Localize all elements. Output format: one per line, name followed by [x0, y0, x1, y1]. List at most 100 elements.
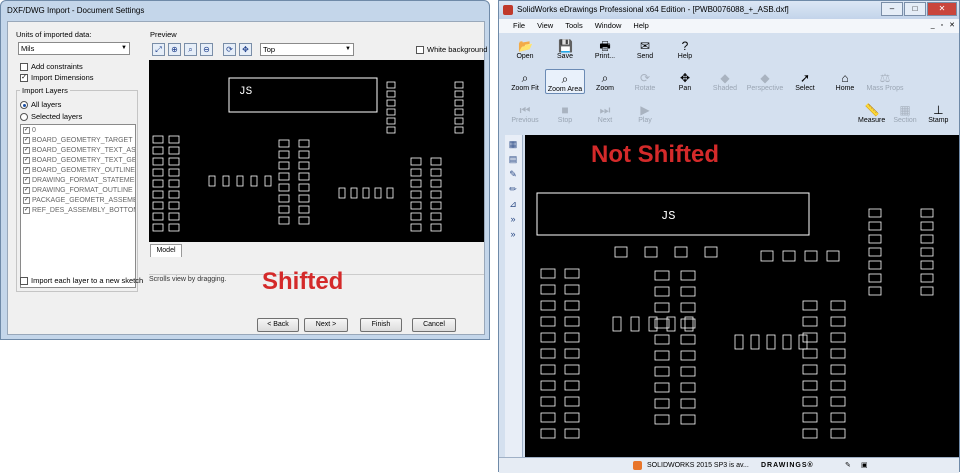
menu-window[interactable]: Window	[595, 19, 622, 33]
layer-item[interactable]: ✓ BOARD_GEOMETRY_TEXT_GER	[21, 155, 135, 165]
measure-side-icon[interactable]: ⊿	[507, 198, 519, 210]
view-orientation-select[interactable]: Top ▼	[260, 43, 354, 56]
chevron-down-icon: ▼	[121, 45, 127, 51]
component-outline	[540, 332, 556, 343]
tool-label: Help	[677, 53, 693, 60]
status-text[interactable]: SOLIDWORKS 2015 SP3 is av...	[647, 458, 749, 473]
pencil-icon[interactable]: ✏	[507, 183, 519, 195]
component-outline	[802, 364, 818, 375]
zoom-area-button[interactable]: ⌕ Zoom Area	[545, 69, 585, 94]
component-outline	[338, 187, 346, 199]
minimize-icon[interactable]: –	[881, 2, 903, 16]
next-button[interactable]: Next >	[304, 318, 348, 332]
cancel-button[interactable]: Cancel	[412, 318, 456, 332]
menu-help[interactable]: Help	[633, 19, 648, 33]
zoom-button[interactable]: ⌕ Zoom	[585, 69, 625, 94]
component-outline	[680, 270, 696, 281]
component-outline	[654, 270, 670, 281]
components-icon[interactable]: ▦	[507, 138, 519, 150]
sheets-icon[interactable]: ▤	[507, 153, 519, 165]
maximize-icon[interactable]: □	[904, 2, 926, 16]
component-outline	[614, 246, 628, 258]
pan-icon[interactable]: ✥	[239, 43, 252, 56]
units-select[interactable]: Mils ▼	[18, 42, 130, 55]
drawing-viewport[interactable]: JS	[525, 135, 959, 457]
close-icon[interactable]: ✕	[927, 2, 957, 16]
tool-label: Open	[516, 53, 534, 60]
zoom-area-icon[interactable]: ⌕	[184, 43, 197, 56]
markup-icon[interactable]: ✎	[507, 168, 519, 180]
component-outline	[208, 175, 216, 187]
component-outline	[802, 428, 818, 439]
tool-label: Stamp	[928, 117, 949, 124]
home-icon: ⌂	[841, 71, 849, 85]
import-dimensions-checkbox[interactable]: ✓ Import Dimensions	[20, 73, 94, 82]
help-button[interactable]: ? Help	[665, 37, 705, 60]
markup-status-icon[interactable]: ▣	[861, 458, 868, 473]
print-button[interactable]: 🖶 Print...	[585, 37, 625, 60]
markup-toolbar: 📏 Measure ▦ Section ⊥ Stamp	[855, 101, 955, 124]
component-outline	[152, 190, 164, 199]
mdi-restore-icon[interactable]: ▫	[941, 19, 943, 33]
home-button[interactable]: ⌂ Home	[825, 69, 865, 94]
component-outline	[540, 412, 556, 423]
stamp-button[interactable]: ⊥ Stamp	[922, 101, 955, 124]
mdi-minimize-icon[interactable]: _	[931, 19, 935, 33]
zoom-out-icon[interactable]: ⊖	[200, 43, 213, 56]
white-background-checkbox[interactable]: White background	[416, 45, 487, 54]
layer-item[interactable]: ✓ PACKAGE_GEOMETR_ASSEMBL	[21, 195, 135, 205]
save-button[interactable]: 💾 Save	[545, 37, 585, 60]
tab-model[interactable]: Model	[150, 244, 182, 257]
component-outline	[680, 350, 696, 361]
select-arrow-icon: ➚	[799, 71, 811, 85]
layer-item[interactable]: ✓ 0	[21, 125, 135, 135]
expand-icon[interactable]: »	[507, 228, 519, 240]
measure-button[interactable]: 📏 Measure	[855, 101, 888, 124]
send-button[interactable]: ✉ Send	[625, 37, 665, 60]
rotate-icon[interactable]: ⟳	[223, 43, 236, 56]
back-button[interactable]: < Back	[257, 318, 299, 332]
menu-view[interactable]: View	[537, 19, 553, 33]
layer-item[interactable]: ✓ BOARD_GEOMETRY_TEXT_ASB	[21, 145, 135, 155]
component-outline	[564, 396, 580, 407]
layer-item[interactable]: ✓ BOARD_GEOMETRY_TARGET	[21, 135, 135, 145]
component-outline	[804, 250, 818, 262]
menu-tools[interactable]: Tools	[565, 19, 583, 33]
layer-item[interactable]: ✓ REF_DES_ASSEMBLY_BOTTOM	[21, 205, 135, 215]
selected-layers-radio[interactable]: Selected layers	[20, 112, 82, 121]
view-value: Top	[263, 45, 276, 54]
save-icon: 💾	[558, 39, 573, 53]
add-constraints-checkbox[interactable]: Add constraints	[20, 62, 83, 71]
menu-file[interactable]: File	[513, 19, 525, 33]
pan-button[interactable]: ✥ Pan	[665, 69, 705, 94]
component-outline	[278, 205, 290, 214]
select-button[interactable]: ➚ Select	[785, 69, 825, 94]
component-outline	[704, 246, 718, 258]
pencil-icon[interactable]: ✎	[845, 458, 851, 473]
expand-icon[interactable]: »	[507, 213, 519, 225]
component-outline	[152, 135, 164, 144]
layer-list[interactable]: ✓ 0 ✓ BOARD_GEOMETRY_TARGET ✓ BOARD_GEOMETRY_…	[20, 124, 136, 288]
import-dialog: DXF/DWG Import - Document Settings Units…	[0, 0, 490, 340]
component-outline	[410, 157, 422, 166]
layer-item[interactable]: ✓ DRAWING_FORMAT_STATEMEN	[21, 175, 135, 185]
all-layers-radio[interactable]: All layers	[20, 100, 61, 109]
finish-button[interactable]: Finish	[360, 318, 402, 332]
previous-button: ⏮ Previous	[505, 101, 545, 124]
component-outline	[868, 234, 882, 244]
component-outline	[826, 250, 840, 262]
mdi-controls: _ ▫ ✕	[931, 19, 955, 33]
zoom-in-icon[interactable]: ⊕	[168, 43, 181, 56]
component-outline	[298, 139, 310, 148]
zoom-to-fit-icon[interactable]: ⤢	[152, 43, 165, 56]
import-each-layer-checkbox[interactable]: Import each layer to a new sketch	[20, 276, 143, 285]
layer-item[interactable]: ✓ DRAWING_FORMAT_OUTLINE	[21, 185, 135, 195]
mdi-close-icon[interactable]: ✕	[949, 19, 955, 33]
component-outline	[454, 81, 464, 89]
dxf-preview-canvas[interactable]: JS	[149, 60, 484, 242]
layer-item[interactable]: ✓ BOARD_GEOMETRY_OUTLINE	[21, 165, 135, 175]
shaded-icon: ◆	[720, 71, 730, 85]
open-button[interactable]: 📂 Open	[505, 37, 545, 60]
zoom-fit-button[interactable]: ⌕ Zoom Fit	[505, 69, 545, 94]
edrawings-window: SolidWorks eDrawings Professional x64 Ed…	[498, 0, 960, 473]
